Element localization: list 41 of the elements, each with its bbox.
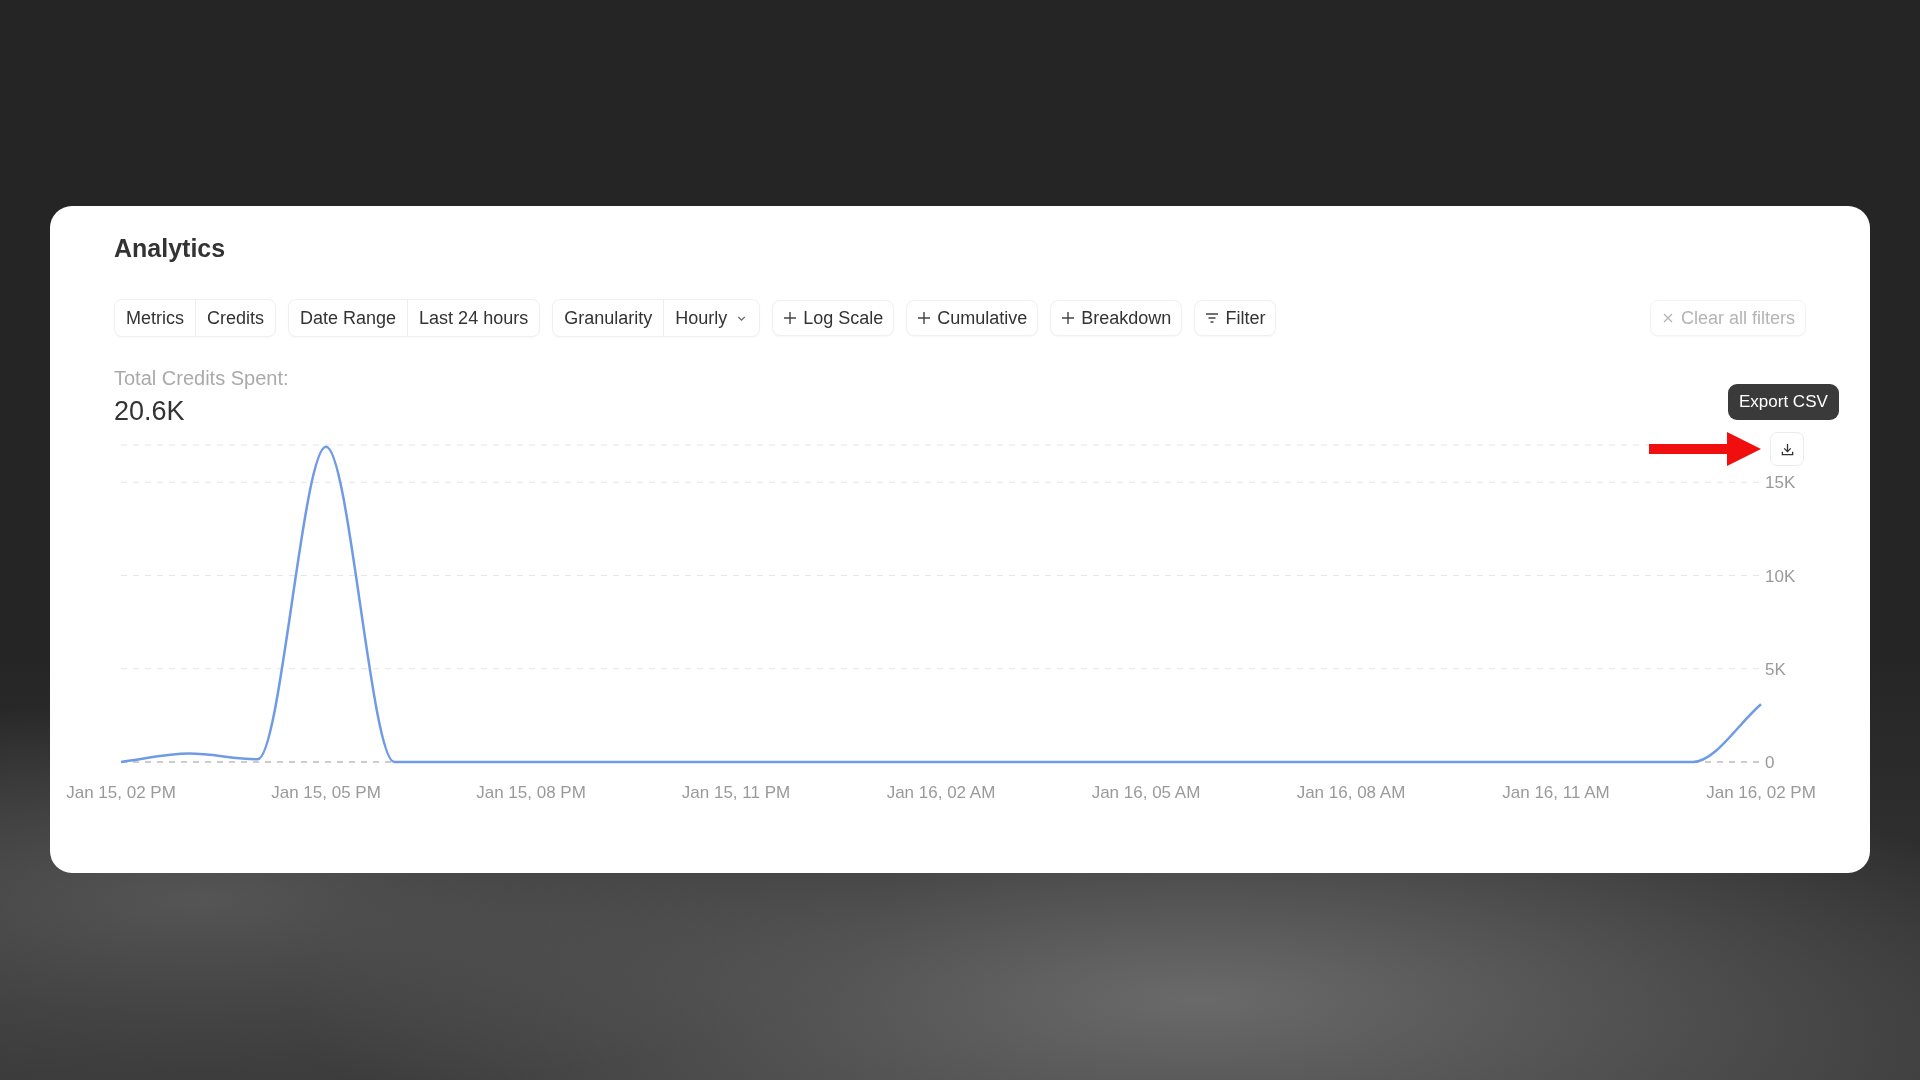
pill-label-button[interactable]: Date Range [289, 300, 408, 336]
filter-label: Filter [1225, 307, 1266, 329]
plus-icon [783, 311, 798, 325]
filter-button[interactable]: Filter [1194, 300, 1277, 336]
summary-label: Total Credits Spent: [114, 367, 289, 390]
y-tick-label: 5K [1765, 659, 1786, 679]
summary-value: 20.6K [114, 396, 185, 427]
y-tick-label: 10K [1765, 566, 1796, 586]
pill-label-button[interactable]: Granularity [553, 300, 664, 336]
option-label: Cumulative [937, 307, 1028, 329]
x-tick-label: Jan 15, 08 PM [476, 783, 586, 802]
pill-value: Hourly [675, 307, 728, 329]
download-icon [1779, 441, 1795, 457]
x-tick-label: Jan 15, 02 PM [66, 783, 176, 802]
y-tick-label: 0 [1765, 753, 1775, 772]
x-tick-label: Jan 16, 05 AM [1091, 783, 1201, 802]
page-title: Analytics [114, 234, 227, 263]
x-tick-label: Jan 16, 02 PM [1706, 783, 1816, 802]
add-option-button[interactable]: Log Scale [772, 300, 895, 336]
pill-value: Last 24 hours [419, 307, 529, 329]
x-tick-label: Jan 16, 08 AM [1296, 783, 1406, 802]
export-button[interactable] [1770, 432, 1804, 466]
pill-value-button[interactable]: Hourly [663, 300, 760, 336]
y-tick-label: 15K [1765, 473, 1796, 493]
x-tick-label: Jan 15, 05 PM [271, 783, 381, 802]
filter-icon [1205, 311, 1220, 325]
x-tick-label: Jan 16, 11 AM [1502, 783, 1610, 802]
option-label: Breakdown [1081, 307, 1172, 329]
add-option-button[interactable]: Cumulative [906, 300, 1039, 336]
pill-value-button[interactable]: Credits [195, 300, 275, 336]
clear-label: Clear all filters [1680, 307, 1795, 329]
plus-icon [1061, 311, 1076, 325]
pill-value-button[interactable]: Last 24 hours [407, 300, 540, 336]
export-tooltip: Export CSV [1728, 384, 1839, 420]
pill-label-button[interactable]: Metrics [115, 300, 195, 336]
plus-icon [917, 311, 932, 325]
x-tick-label: Jan 16, 02 AM [886, 783, 996, 802]
add-option-button[interactable]: Breakdown [1050, 300, 1183, 336]
pill-value: Credits [207, 307, 264, 329]
option-label: Log Scale [803, 307, 884, 329]
x-tick-label: Jan 15, 11 PM [681, 783, 791, 802]
